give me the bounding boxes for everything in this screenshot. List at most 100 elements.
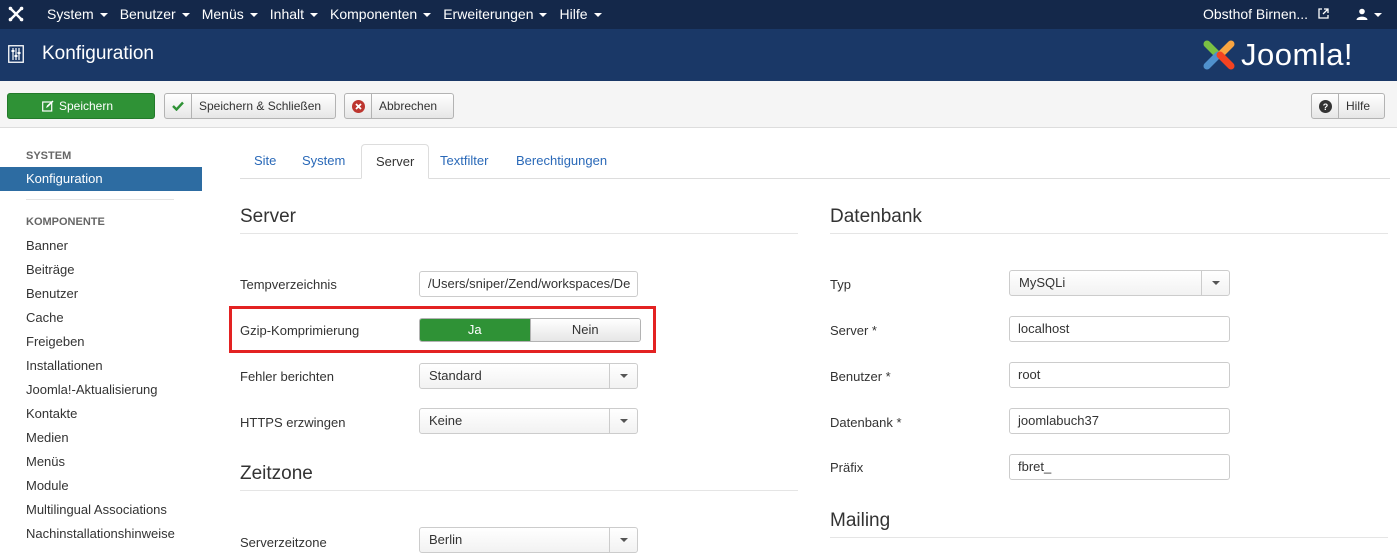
sidebar-item-menues[interactable]: Menüs <box>26 454 65 469</box>
cancel-circle-icon <box>345 94 372 118</box>
dropdown-button <box>1201 271 1229 295</box>
dropdown-button <box>609 409 637 433</box>
sidebar-item-module[interactable]: Module <box>26 478 69 493</box>
brand-text: Joomla! <box>1241 37 1354 72</box>
joomla-brand: Joomla! <box>1201 37 1354 72</box>
section-divider <box>240 233 798 234</box>
db-user-input[interactable]: root <box>1009 362 1230 388</box>
error-reporting-value: Standard <box>429 368 482 383</box>
page-title: Konfiguration <box>42 43 154 64</box>
checkmark-icon <box>165 94 192 118</box>
sidebar-divider <box>26 199 174 200</box>
section-title-datenbank: Datenbank <box>830 206 922 227</box>
toolbar: Speichern Speichern & Schließen Abbreche… <box>0 81 1397 128</box>
cancel-button[interactable]: Abbrechen <box>344 93 454 119</box>
db-type-label: Typ <box>830 277 851 292</box>
server-timezone-select[interactable]: Berlin <box>419 527 638 553</box>
tab-textfilter[interactable]: Textfilter <box>426 144 502 179</box>
site-link[interactable]: Obsthof Birnen... <box>1203 0 1329 29</box>
caret-down-icon <box>423 13 432 17</box>
user-menu[interactable] <box>1356 0 1382 29</box>
sidebar-heading-komponente: KOMPONENTE <box>26 216 105 228</box>
db-prefix-label: Präfix <box>830 460 864 475</box>
sidebar-heading-system: SYSTEM <box>26 150 72 162</box>
db-prefix-input[interactable]: fbret_ <box>1009 454 1230 480</box>
joomla-logo-icon <box>1203 40 1235 70</box>
sidebar-item-beitraege[interactable]: Beiträge <box>26 262 74 277</box>
dropdown-button <box>609 528 637 552</box>
sidebar-item-medien[interactable]: Medien <box>26 430 69 445</box>
menu-hilfe[interactable]: Hilfe <box>559 0 602 29</box>
caret-down-icon <box>181 13 190 17</box>
sidebar: SYSTEM Konfiguration KOMPONENTE Banner B… <box>0 128 210 552</box>
chevron-down-icon <box>620 374 628 378</box>
sidebar-item-freigeben[interactable]: Freigeben <box>26 334 85 349</box>
edit-icon <box>42 100 54 112</box>
caret-down-icon <box>310 13 319 17</box>
dropdown-button <box>609 364 637 388</box>
error-reporting-select[interactable]: Standard <box>419 363 638 389</box>
force-https-value: Keine <box>429 413 463 428</box>
highlight-box <box>229 306 656 353</box>
top-navbar: System Benutzer Menüs Inhalt Komponenten… <box>0 0 1397 29</box>
menu-inhalt[interactable]: Inhalt <box>270 0 319 29</box>
caret-down-icon <box>539 13 548 17</box>
db-type-value: MySQLi <box>1019 275 1066 290</box>
sidebar-item-nachinstallationshinweise[interactable]: Nachinstallationshinweise <box>26 526 175 541</box>
temp-dir-label: Tempverzeichnis <box>240 277 337 292</box>
db-server-label: Server * <box>830 323 877 338</box>
error-reporting-label: Fehler berichten <box>240 369 334 384</box>
config-tabs: Site System Server Textfilter Berechtigu… <box>240 144 1390 179</box>
sidebar-item-installationen[interactable]: Installationen <box>26 358 103 373</box>
chevron-down-icon <box>1212 281 1220 285</box>
db-user-label: Benutzer * <box>830 369 891 384</box>
sidebar-item-konfiguration[interactable]: Konfiguration <box>0 167 202 191</box>
page-header: Konfiguration Joomla! <box>0 29 1397 81</box>
section-title-mailing: Mailing <box>830 510 891 531</box>
sidebar-item-kontakte[interactable]: Kontakte <box>26 406 77 421</box>
server-timezone-label: Serverzeitzone <box>240 535 327 550</box>
menu-system[interactable]: System <box>47 0 108 29</box>
save-close-button[interactable]: Speichern & Schließen <box>164 93 336 119</box>
section-title-zeitzone: Zeitzone <box>240 463 313 484</box>
sidebar-item-multilingual-associations[interactable]: Multilingual Associations <box>26 502 167 517</box>
tab-system[interactable]: System <box>288 144 359 179</box>
section-divider <box>830 537 1388 538</box>
section-title-server: Server <box>240 206 296 227</box>
svg-text:?: ? <box>1322 102 1328 112</box>
force-https-select[interactable]: Keine <box>419 408 638 434</box>
sidebar-item-banner[interactable]: Banner <box>26 238 68 253</box>
help-button[interactable]: ? Hilfe <box>1311 93 1385 119</box>
db-server-input[interactable]: localhost <box>1009 316 1230 342</box>
menu-komponenten[interactable]: Komponenten <box>330 0 432 29</box>
menu-benutzer[interactable]: Benutzer <box>120 0 190 29</box>
chevron-down-icon <box>620 538 628 542</box>
main-menu: System Benutzer Menüs Inhalt Komponenten… <box>47 0 614 29</box>
menu-menues[interactable]: Menüs <box>202 0 258 29</box>
section-divider <box>830 233 1388 234</box>
temp-dir-input[interactable]: /Users/sniper/Zend/workspaces/De <box>419 271 638 297</box>
user-icon <box>1356 8 1368 20</box>
question-circle-icon: ? <box>1312 94 1339 118</box>
section-divider <box>240 490 798 491</box>
caret-down-icon <box>593 13 602 17</box>
equalizer-icon <box>8 45 24 63</box>
sidebar-item-cache[interactable]: Cache <box>26 310 64 325</box>
sidebar-item-benutzer[interactable]: Benutzer <box>26 286 78 301</box>
db-name-input[interactable]: joomlabuch37 <box>1009 408 1230 434</box>
chevron-down-icon <box>620 419 628 423</box>
external-link-icon <box>1318 8 1329 19</box>
joomla-x-icon[interactable] <box>8 6 24 22</box>
db-type-select[interactable]: MySQLi <box>1009 270 1230 296</box>
menu-erweiterungen[interactable]: Erweiterungen <box>443 0 548 29</box>
caret-down-icon <box>1374 13 1382 17</box>
sidebar-item-joomla-aktualisierung[interactable]: Joomla!-Aktualisierung <box>26 382 158 397</box>
server-timezone-value: Berlin <box>429 532 463 547</box>
tab-berechtigungen[interactable]: Berechtigungen <box>502 144 621 179</box>
tab-site[interactable]: Site <box>240 144 290 179</box>
tab-server[interactable]: Server <box>361 144 430 179</box>
caret-down-icon <box>99 13 108 17</box>
save-button[interactable]: Speichern <box>7 93 155 119</box>
db-name-label: Datenbank * <box>830 415 902 430</box>
force-https-label: HTTPS erzwingen <box>240 415 346 430</box>
